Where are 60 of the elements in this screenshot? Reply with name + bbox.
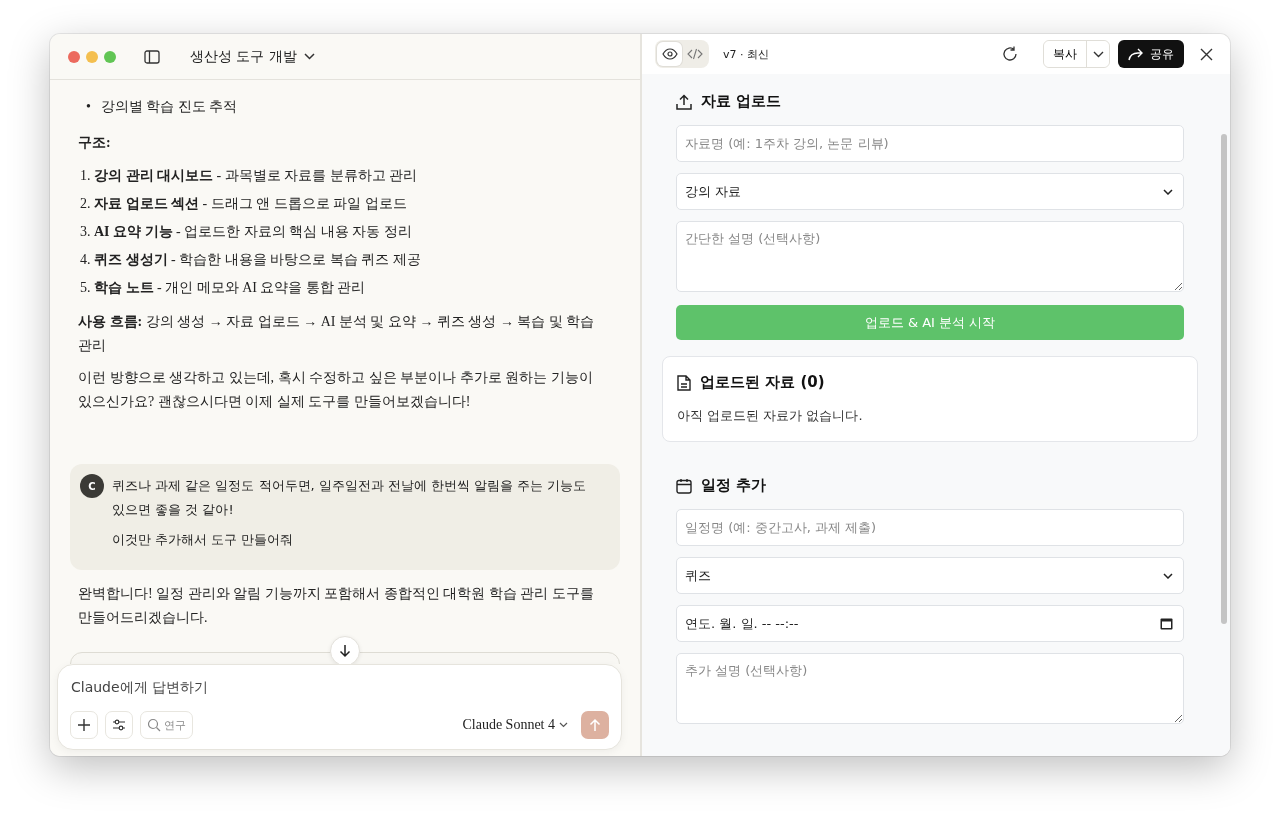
calendar-icon (676, 477, 692, 494)
user-avatar: C (80, 474, 104, 498)
code-icon (686, 48, 703, 60)
category-dropdown[interactable]: 강의 자료 (676, 173, 1184, 210)
scrollbar-thumb[interactable] (1221, 134, 1227, 624)
list-item: 3. AI 요약 기능 - 업로드한 자료의 핵심 내용 자동 정리 (79, 223, 413, 241)
eye-icon (661, 48, 678, 60)
section-title: 자료 업로드 (676, 92, 1184, 111)
send-button[interactable] (581, 711, 609, 739)
sidebar-icon[interactable] (144, 49, 160, 64)
empty-state-text: 아직 업로드된 자료가 없습니다. (677, 407, 864, 425)
material-name-field[interactable]: 자료명 (예: 1주차 강의, 논문 리뷰) (676, 125, 1184, 162)
close-icon (1200, 47, 1213, 61)
section-heading: 구조: (78, 134, 112, 152)
add-button[interactable] (70, 711, 98, 739)
chevron-down-icon (303, 53, 315, 60)
share-arrow-icon (1128, 47, 1144, 61)
maximize-window-icon[interactable] (104, 50, 116, 63)
chevron-down-icon (1092, 50, 1104, 58)
plus-icon (77, 718, 91, 732)
conversation-title[interactable]: 생산성 도구 개발 (190, 47, 315, 66)
message-composer[interactable]: Claude에게 답변하기 연구 Claude Sonnet 4 (57, 664, 622, 750)
settings-button[interactable] (105, 711, 133, 739)
close-window-icon[interactable] (68, 50, 80, 63)
upload-icon (676, 93, 692, 110)
copy-button[interactable]: 복사 (1044, 41, 1087, 67)
paragraph: 사용 흐름: 강의 생성 → 자료 업로드 → AI 분석 및 요약 → 퀴즈 생성 → 복습 및 학습 관리 (78, 313, 596, 355)
list-item: 1. 강의 관리 대시보드 - 과목별로 자료를 분류하고 관리 (79, 167, 419, 185)
refresh-icon (1001, 45, 1019, 63)
bullet-item: 강의별 학습 진도 추적 (100, 98, 238, 116)
research-button[interactable]: 연구 (140, 711, 193, 739)
arrow-down-icon (338, 644, 352, 658)
list-item: 2. 자료 업로드 섹션 - 드래그 앤 드롭으로 파일 업로드 (79, 195, 408, 213)
search-icon (147, 718, 161, 732)
description-field[interactable]: 간단한 설명 (선택사항) (676, 221, 1184, 292)
section-title: 업로드된 자료 (0) (677, 373, 1183, 392)
calendar-icon[interactable] (1160, 617, 1173, 630)
share-button[interactable]: 공유 (1118, 40, 1184, 68)
schedule-name-field[interactable]: 일정명 (예: 중간고사, 과제 제출) (676, 509, 1184, 546)
scroll-down-button[interactable] (330, 636, 360, 664)
message-text: 퀴즈나 과제 같은 일정도 적어두면, 일주일전과 전날에 한번씩 알림을 주는 기능도 있으면 좋을 것 같아! (112, 477, 588, 519)
list-item: 4. 퀴즈 생성기 - 학습한 내용을 바탕으로 복습 퀴즈 제공 (79, 251, 422, 269)
list-item: 5. 학습 노트 - 개인 메모와 AI 요약을 통합 관리 (79, 279, 367, 297)
preview-tab[interactable] (657, 42, 682, 66)
paragraph: 이런 방향으로 생각하고 있는데, 혹시 수정하고 싶은 부분이나 추가로 원하는 기능이 있으신가요? 괜찮으시다면 이제 실제 도구를 만들어보겠습니다! (78, 369, 594, 411)
model-selector[interactable]: Claude Sonnet 4 (456, 717, 574, 733)
paragraph: 완벽합니다! 일정 관리와 알림 기능까지 포함해서 종합적인 대학원 학습 관리 도구를 만들어드리겠습니다. (78, 585, 595, 627)
schedule-description-field[interactable]: 추가 설명 (선택사항) (676, 653, 1184, 724)
chevron-down-icon (1163, 572, 1173, 579)
chevron-down-icon (1163, 188, 1173, 195)
arrow-up-icon (589, 718, 601, 732)
sliders-icon (112, 719, 126, 731)
document-icon (677, 374, 691, 391)
section-title: 일정 추가 (676, 476, 1184, 495)
schedule-type-dropdown[interactable]: 퀴즈 (676, 557, 1184, 594)
datetime-field[interactable]: 연도. 월. 일. -- --:-- (676, 605, 1184, 642)
message-text: 이것만 추가해서 도구 만들어줘 (112, 531, 295, 549)
bullet-marker: • (86, 98, 91, 116)
version-label: v7 · 최신 (723, 46, 769, 62)
chevron-down-icon (559, 722, 568, 728)
